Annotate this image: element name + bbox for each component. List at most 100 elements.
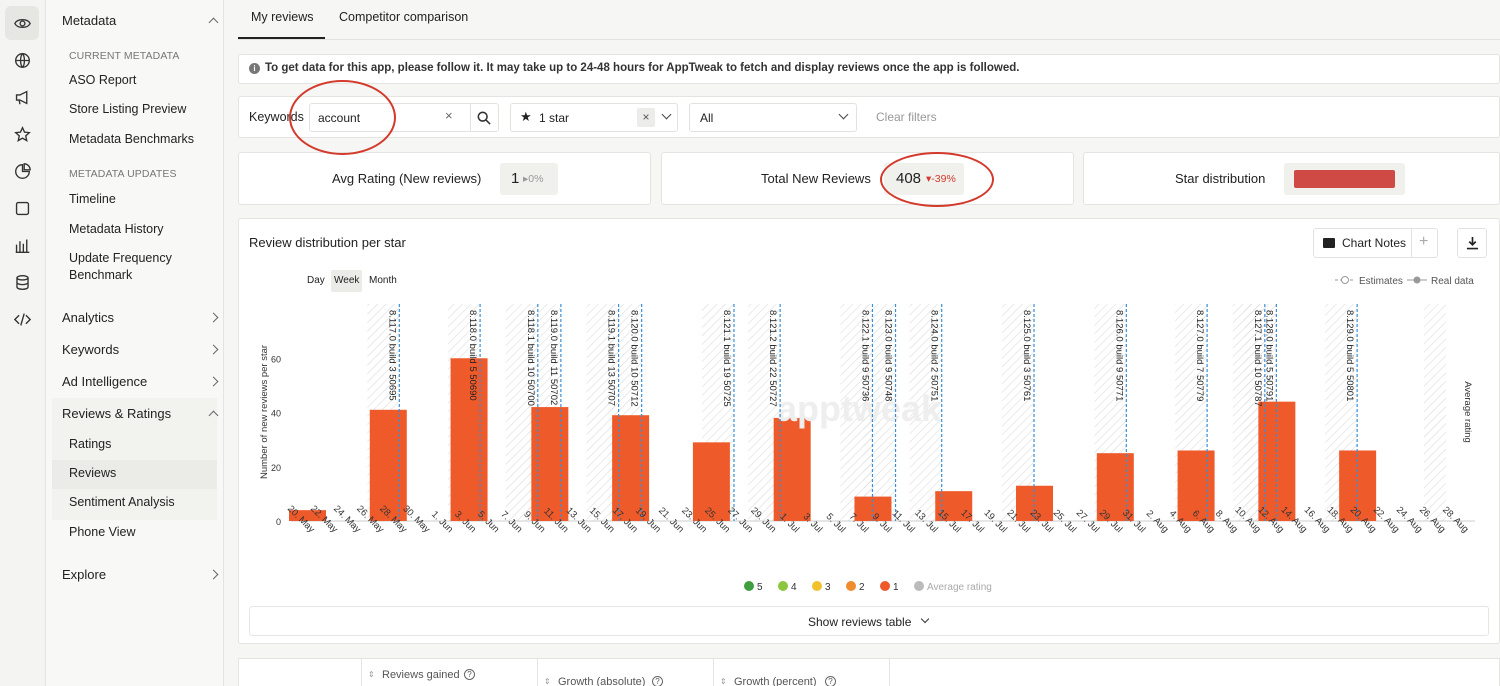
- main-content: My reviews Competitor comparison i To ge…: [224, 0, 1500, 686]
- star-icon: ★: [520, 109, 532, 124]
- y2-axis-title: Average rating: [1462, 381, 1473, 443]
- download-button[interactable]: [1457, 228, 1487, 258]
- sidebar-item-label: Benchmark: [69, 268, 133, 282]
- active-tab-indicator: [238, 37, 325, 39]
- chevron-right-icon: [208, 344, 219, 355]
- clear-keyword-icon[interactable]: ×: [445, 108, 453, 123]
- sidebar-group-label: Explore: [62, 567, 107, 582]
- avg-rating-pill: 1 ▸0%: [500, 163, 558, 195]
- keyword-value: account: [318, 111, 361, 125]
- database-icon[interactable]: [5, 265, 39, 299]
- col-reviews-gained[interactable]: ⇕ Reviews gained ?: [361, 659, 537, 686]
- comment-icon: [1323, 238, 1335, 248]
- keyword-search-input[interactable]: account ×: [309, 103, 499, 132]
- y-tick-label: 20: [271, 463, 281, 473]
- legend-marker: [846, 581, 856, 591]
- chevron-right-icon: [208, 376, 219, 387]
- version-marker-label: 8.129.0 build 5 50801: [1344, 310, 1355, 401]
- eye-icon[interactable]: [5, 6, 39, 40]
- sidebar-item-store-listing-preview[interactable]: Store Listing Preview: [69, 101, 186, 118]
- chart-notes-label: Chart Notes: [1342, 236, 1407, 250]
- section-current-metadata: CURRENT METADATA: [69, 50, 180, 62]
- tab-my-reviews[interactable]: My reviews: [251, 10, 314, 24]
- star-icon[interactable]: [5, 117, 39, 151]
- show-reviews-table-button[interactable]: Show reviews table: [249, 606, 1489, 636]
- estimate-band: [1423, 304, 1446, 521]
- sidebar-group-label: Ad Intelligence: [62, 374, 148, 389]
- version-marker-label: 8.126.0 build 9 50771: [1113, 310, 1124, 401]
- x-tick-label: 3. Jul: [801, 511, 825, 535]
- version-marker-label: 8.117.0 build 3 50695: [386, 310, 397, 401]
- version-marker-label: 8.121.1 build 19 50725: [721, 310, 732, 407]
- sidebar-item-reviews[interactable]: Reviews: [69, 465, 116, 482]
- total-new-reviews-label: Total New Reviews: [761, 171, 871, 186]
- col-growth-absolute[interactable]: ⇕ Growth (absolute) ?: [537, 659, 713, 686]
- bar-chart-icon[interactable]: [5, 228, 39, 262]
- sidebar-group-keywords[interactable]: Keywords: [62, 342, 219, 357]
- col-growth-percent[interactable]: ⇕ Growth (percent) ?: [713, 659, 889, 686]
- version-marker-label: 8.118.1 build 10 50700: [525, 310, 536, 406]
- info-text: To get data for this app, please follow …: [265, 62, 1020, 74]
- code-icon[interactable]: [5, 302, 39, 336]
- chevron-down-icon: [661, 109, 672, 120]
- show-reviews-table-label: Show reviews table: [808, 615, 912, 629]
- total-new-reviews-change: ▾-39%: [926, 173, 956, 185]
- tab-competitor-comparison[interactable]: Competitor comparison: [339, 10, 468, 24]
- sidebar-group-metadata[interactable]: Metadata: [62, 13, 219, 28]
- x-tick-label: 2. Aug: [1144, 508, 1171, 535]
- sidebar-item-metadata-benchmarks[interactable]: Metadata Benchmarks: [69, 131, 194, 148]
- sidebar-item-aso-report[interactable]: ASO Report: [69, 72, 136, 89]
- sidebar-item-update-frequency-benchmark[interactable]: Update Frequency Benchmark: [69, 250, 172, 284]
- real-data-legend-marker: [1413, 276, 1421, 284]
- secondary-filter-value: All: [700, 111, 714, 125]
- sidebar-group-ad-intelligence[interactable]: Ad Intelligence: [62, 374, 219, 389]
- avg-rating-value: 1: [511, 170, 520, 187]
- filter-bar: Keywords account × ★ 1 star × All Clear …: [238, 96, 1500, 138]
- search-icon[interactable]: [477, 111, 491, 125]
- chevron-right-icon: [208, 312, 219, 323]
- col-reviews-gained-label: Reviews gained: [382, 669, 460, 681]
- sidebar-item-ratings[interactable]: Ratings: [69, 436, 111, 453]
- version-marker-label: 8.128.0 build 5 50791: [1263, 310, 1274, 401]
- globe-icon[interactable]: [5, 43, 39, 77]
- version-marker-label: 8.119.1 build 13 50707: [606, 310, 617, 406]
- sidebar-group-analytics[interactable]: Analytics: [62, 310, 219, 325]
- legend-label: 3: [825, 582, 831, 593]
- legend-label: 5: [757, 582, 763, 593]
- legend-label: 1: [893, 582, 899, 593]
- col-growth-absolute-label: Growth (absolute): [558, 676, 646, 686]
- version-marker-label: 8.127.1 build 10 50787: [1252, 310, 1263, 407]
- clear-star-filter-icon[interactable]: ×: [637, 108, 655, 127]
- sidebar-item-timeline[interactable]: Timeline: [69, 191, 116, 208]
- version-marker-label: 8.123.0 build 9 50748: [883, 310, 894, 401]
- y-axis-title: Number of new reviews per star: [259, 345, 270, 479]
- info-icon: i: [249, 63, 260, 74]
- y-tick-label: 0: [276, 517, 281, 527]
- review-distribution-chart: 0204060apptweak8.117.0 build 3 50695 8.11…: [259, 276, 1475, 593]
- chart-notes-button[interactable]: Chart Notes +: [1313, 228, 1438, 258]
- sidebar-group-label: Keywords: [62, 342, 120, 357]
- legend-marker: [744, 581, 754, 591]
- star-filter-select[interactable]: ★ 1 star ×: [510, 103, 678, 132]
- megaphone-icon[interactable]: [5, 80, 39, 114]
- square-icon[interactable]: [5, 191, 39, 225]
- total-new-reviews-value: 408: [896, 170, 922, 187]
- sidebar-group-reviews-ratings[interactable]: Reviews & Ratings: [62, 406, 219, 421]
- version-marker-label: 8.121.2 build 22 50727: [767, 310, 778, 407]
- star-distribution-bar: [1294, 170, 1395, 188]
- estimates-legend-label: Estimates: [1359, 276, 1403, 287]
- version-marker-label: 8.127.0 build 7 50779: [1194, 310, 1205, 401]
- sidebar-item-metadata-history[interactable]: Metadata History: [69, 221, 163, 238]
- sidebar-group-explore[interactable]: Explore: [62, 567, 219, 582]
- col-growth-percent-label: Growth (percent): [734, 676, 817, 686]
- reviews-table-header: ⇕ Reviews gained ? ⇕ Growth (absolute) ?…: [238, 658, 1500, 686]
- sidebar-item-phone-view[interactable]: Phone View: [69, 524, 136, 541]
- estimates-legend-marker: [1341, 276, 1349, 284]
- add-note-icon[interactable]: +: [1419, 233, 1428, 251]
- legend-label: Average rating: [927, 582, 992, 593]
- version-marker-label: 8.118.0 build 5 50690: [467, 310, 478, 401]
- secondary-filter-select[interactable]: All: [689, 103, 857, 132]
- clear-filters-link[interactable]: Clear filters: [876, 110, 937, 124]
- pie-chart-icon[interactable]: [5, 154, 39, 188]
- sidebar-item-sentiment-analysis[interactable]: Sentiment Analysis: [69, 494, 175, 511]
